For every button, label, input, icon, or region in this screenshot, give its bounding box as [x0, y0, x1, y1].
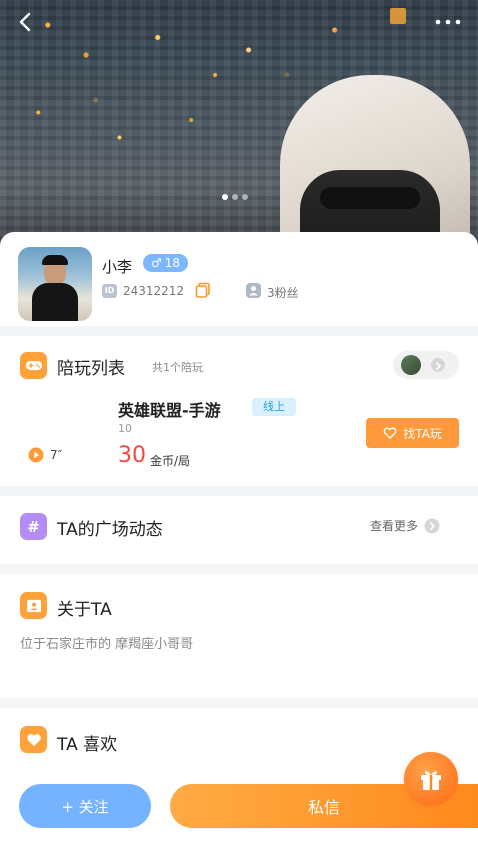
more-dots-icon [435, 19, 461, 25]
user-id: 24312212 [123, 284, 185, 298]
gift-icon [421, 771, 441, 790]
gender-age-badge: ♂ 18 [143, 254, 189, 272]
carousel-dots [222, 194, 248, 200]
chevron-right-icon [431, 358, 445, 372]
companion-mini-avatar [401, 355, 421, 375]
more-button[interactable] [434, 12, 462, 32]
profile-card-icon [20, 592, 47, 619]
chevron-right-circle-icon [424, 518, 440, 533]
status-indicator [390, 8, 406, 24]
hero-banner[interactable] [0, 0, 478, 250]
hero-person-image [280, 75, 478, 250]
id-label: ID [102, 284, 117, 298]
online-badge: 线上 [252, 398, 296, 416]
game-name: 英雄联盟-手游 [118, 401, 221, 420]
about-title: 关于TA [57, 600, 112, 620]
voice-duration[interactable]: 7″ [28, 447, 62, 463]
heart-icon [20, 726, 47, 753]
price-unit: 金币/局 [150, 454, 191, 468]
section-divider [0, 486, 478, 496]
view-more-label: 查看更多 [370, 519, 419, 533]
about-text: 位于石家庄市的 摩羯座小哥哥 [20, 637, 194, 652]
duration-value: 7″ [50, 448, 63, 462]
back-button[interactable] [14, 10, 38, 34]
copy-icon[interactable] [195, 282, 211, 298]
companion-count: 共1个陪玩 [152, 361, 203, 374]
companion-list-title: 陪玩列表 [57, 359, 125, 379]
gamepad-icon [20, 352, 47, 379]
companion-avatar-pill[interactable] [393, 351, 459, 379]
nickname: 小李 [102, 258, 133, 276]
chevron-left-icon [19, 12, 31, 32]
likes-title: TA 喜欢 [57, 735, 118, 755]
carousel-dot [242, 194, 248, 200]
gift-button[interactable] [404, 752, 458, 806]
section-divider [0, 564, 478, 574]
follow-button[interactable]: + 关注 [19, 784, 151, 828]
profile-card [0, 232, 478, 326]
age-value: 18 [164, 256, 181, 270]
section-divider [0, 326, 478, 336]
male-icon: ♂ [151, 256, 162, 270]
carousel-dot [232, 194, 238, 200]
price: 30 [118, 443, 146, 468]
fans-icon [246, 283, 261, 298]
carousel-dot [222, 194, 228, 200]
view-more-link[interactable]: 查看更多 [370, 517, 440, 534]
heart-outline-icon [383, 427, 397, 439]
find-ta-button[interactable]: 找TA玩 [366, 418, 459, 448]
find-ta-label: 找TA玩 [403, 426, 442, 441]
square-title: TA的广场动态 [57, 520, 163, 540]
fans-count: 3粉丝 [267, 286, 299, 300]
game-level: 10 [118, 422, 132, 435]
hashtag-icon: # [20, 513, 47, 540]
play-icon [28, 447, 44, 463]
section-divider [0, 698, 478, 708]
avatar[interactable] [18, 247, 92, 321]
